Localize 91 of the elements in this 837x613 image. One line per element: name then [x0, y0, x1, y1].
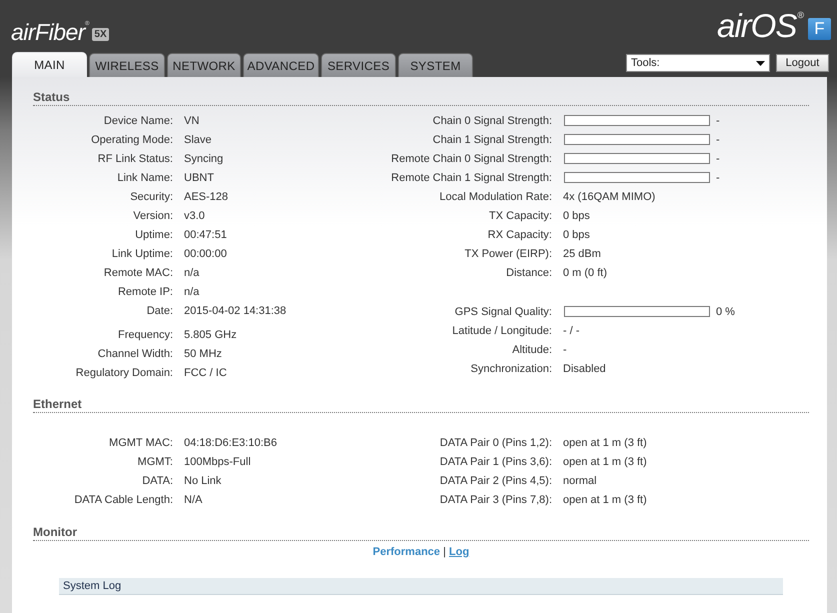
meter-reading: -: [716, 152, 720, 164]
field-value: normal: [563, 474, 597, 486]
system-log-header: System Log: [59, 578, 783, 595]
field-value: 00:47:51: [184, 228, 227, 240]
field-label: Remote Chain 1 Signal Strength:: [390, 172, 552, 184]
registered-mark: ®: [797, 10, 804, 20]
field-value: N/A: [184, 494, 202, 506]
meter-reading: 0 %: [716, 306, 735, 318]
field-label: Distance:: [505, 266, 552, 278]
field-label: Synchronization:: [470, 362, 552, 374]
field-label: TX Power (EIRP):: [464, 248, 552, 260]
section-title: Monitor: [33, 525, 809, 541]
field-label: TX Capacity:: [488, 210, 552, 222]
field-label: Chain 0 Signal Strength:: [432, 114, 552, 126]
field-label: Local Modulation Rate:: [438, 190, 552, 202]
field-value: open at 1 m (3 ft): [563, 494, 647, 506]
os-logo: airOS: [717, 10, 796, 42]
field-value: 2015-04-02 14:31:38: [184, 304, 286, 316]
field-label: RF Link Status:: [96, 152, 173, 164]
section-title: Ethernet: [33, 397, 809, 413]
field-label: Date:: [146, 304, 173, 316]
field-value: 0 m (0 ft): [563, 266, 608, 278]
tab[interactable]: WIRELESS: [89, 53, 165, 77]
logout-button[interactable]: Logout: [776, 54, 829, 72]
field-label: Security:: [129, 190, 173, 202]
field-label: Channel Width:: [96, 348, 173, 360]
field-value: v3.0: [184, 210, 205, 222]
field-value: open at 1 m (3 ft): [563, 456, 647, 468]
field-value: UBNT: [184, 172, 214, 184]
field-label: Frequency:: [116, 328, 173, 340]
field-label: Link Uptime:: [110, 248, 173, 260]
field-label: Altitude:: [511, 344, 552, 356]
section-title: Status: [33, 90, 809, 106]
field-value: VN: [184, 114, 200, 126]
field-value: 0 bps: [563, 228, 590, 240]
field-label: Uptime:: [134, 228, 173, 240]
field-label: DATA Pair 1 (Pins 3,6):: [438, 456, 552, 468]
caret-icon: [756, 60, 765, 66]
field-value: 50 MHz: [184, 348, 222, 360]
field-label: Chain 1 Signal Strength:: [432, 134, 552, 146]
tab[interactable]: NETWORK: [167, 53, 241, 77]
field-label: Latitude / Longitude:: [451, 324, 552, 336]
field-value: 0 bps: [563, 210, 590, 222]
field-label: MGMT MAC:: [108, 436, 173, 448]
tab[interactable]: SYSTEM: [398, 53, 473, 77]
meter-reading: -: [716, 114, 720, 126]
field-value: No Link: [184, 474, 222, 486]
field-label: DATA:: [141, 474, 173, 486]
monitor-link[interactable]: Performance: [372, 546, 440, 558]
product-logo: airFiber: [11, 21, 85, 43]
tab[interactable]: SERVICES: [321, 53, 396, 77]
field-value: n/a: [184, 286, 200, 298]
field-label: DATA Cable Length:: [73, 494, 173, 506]
field-value: 100Mbps-Full: [184, 456, 251, 468]
field-label: DATA Pair 0 (Pins 1,2):: [438, 436, 552, 448]
tab[interactable]: ADVANCED: [243, 53, 319, 77]
field-value: 25 dBm: [563, 248, 601, 260]
monitor-link[interactable]: Log: [449, 546, 470, 558]
field-label: Remote MAC:: [102, 266, 173, 278]
model-badge: 5X: [92, 28, 109, 41]
field-value: Syncing: [184, 152, 224, 164]
field-label: Device Name:: [102, 114, 173, 126]
field-label: Remote IP:: [116, 286, 173, 298]
field-value: -: [563, 344, 567, 356]
field-value: FCC / IC: [184, 366, 227, 378]
field-label: Regulatory Domain:: [74, 366, 173, 378]
field-label: Remote Chain 0 Signal Strength:: [390, 152, 552, 164]
field-value: n/a: [184, 266, 200, 278]
field-label: GPS Signal Quality:: [454, 306, 552, 318]
field-value: 04:18:D6:E3:10:B6: [184, 436, 277, 448]
field-value: 5.805 GHz: [184, 328, 237, 340]
field-label: DATA Pair 2 (Pins 4,5):: [438, 474, 552, 486]
meter-reading: -: [716, 134, 720, 146]
field-label: MGMT:: [136, 456, 173, 468]
meter-reading: -: [716, 172, 720, 184]
link-separator: |: [443, 546, 446, 558]
field-label: RX Capacity:: [486, 228, 552, 240]
field-value: 00:00:00: [184, 248, 227, 260]
tools-dropdown[interactable]: Tools:: [626, 54, 770, 72]
tab[interactable]: MAIN: [12, 52, 87, 77]
field-value: - / -: [563, 324, 580, 336]
field-label: Operating Mode:: [90, 134, 173, 146]
field-value: 4x (16QAM MIMO): [563, 190, 656, 202]
field-label: DATA Pair 3 (Pins 7,8):: [438, 494, 552, 506]
os-badge: F: [808, 18, 831, 40]
field-label: Version:: [132, 210, 173, 222]
field-value: Disabled: [563, 362, 606, 374]
field-value: Slave: [184, 134, 212, 146]
field-label: Link Name:: [116, 172, 173, 184]
field-value: open at 1 m (3 ft): [563, 436, 647, 448]
field-value: AES-128: [184, 190, 228, 202]
